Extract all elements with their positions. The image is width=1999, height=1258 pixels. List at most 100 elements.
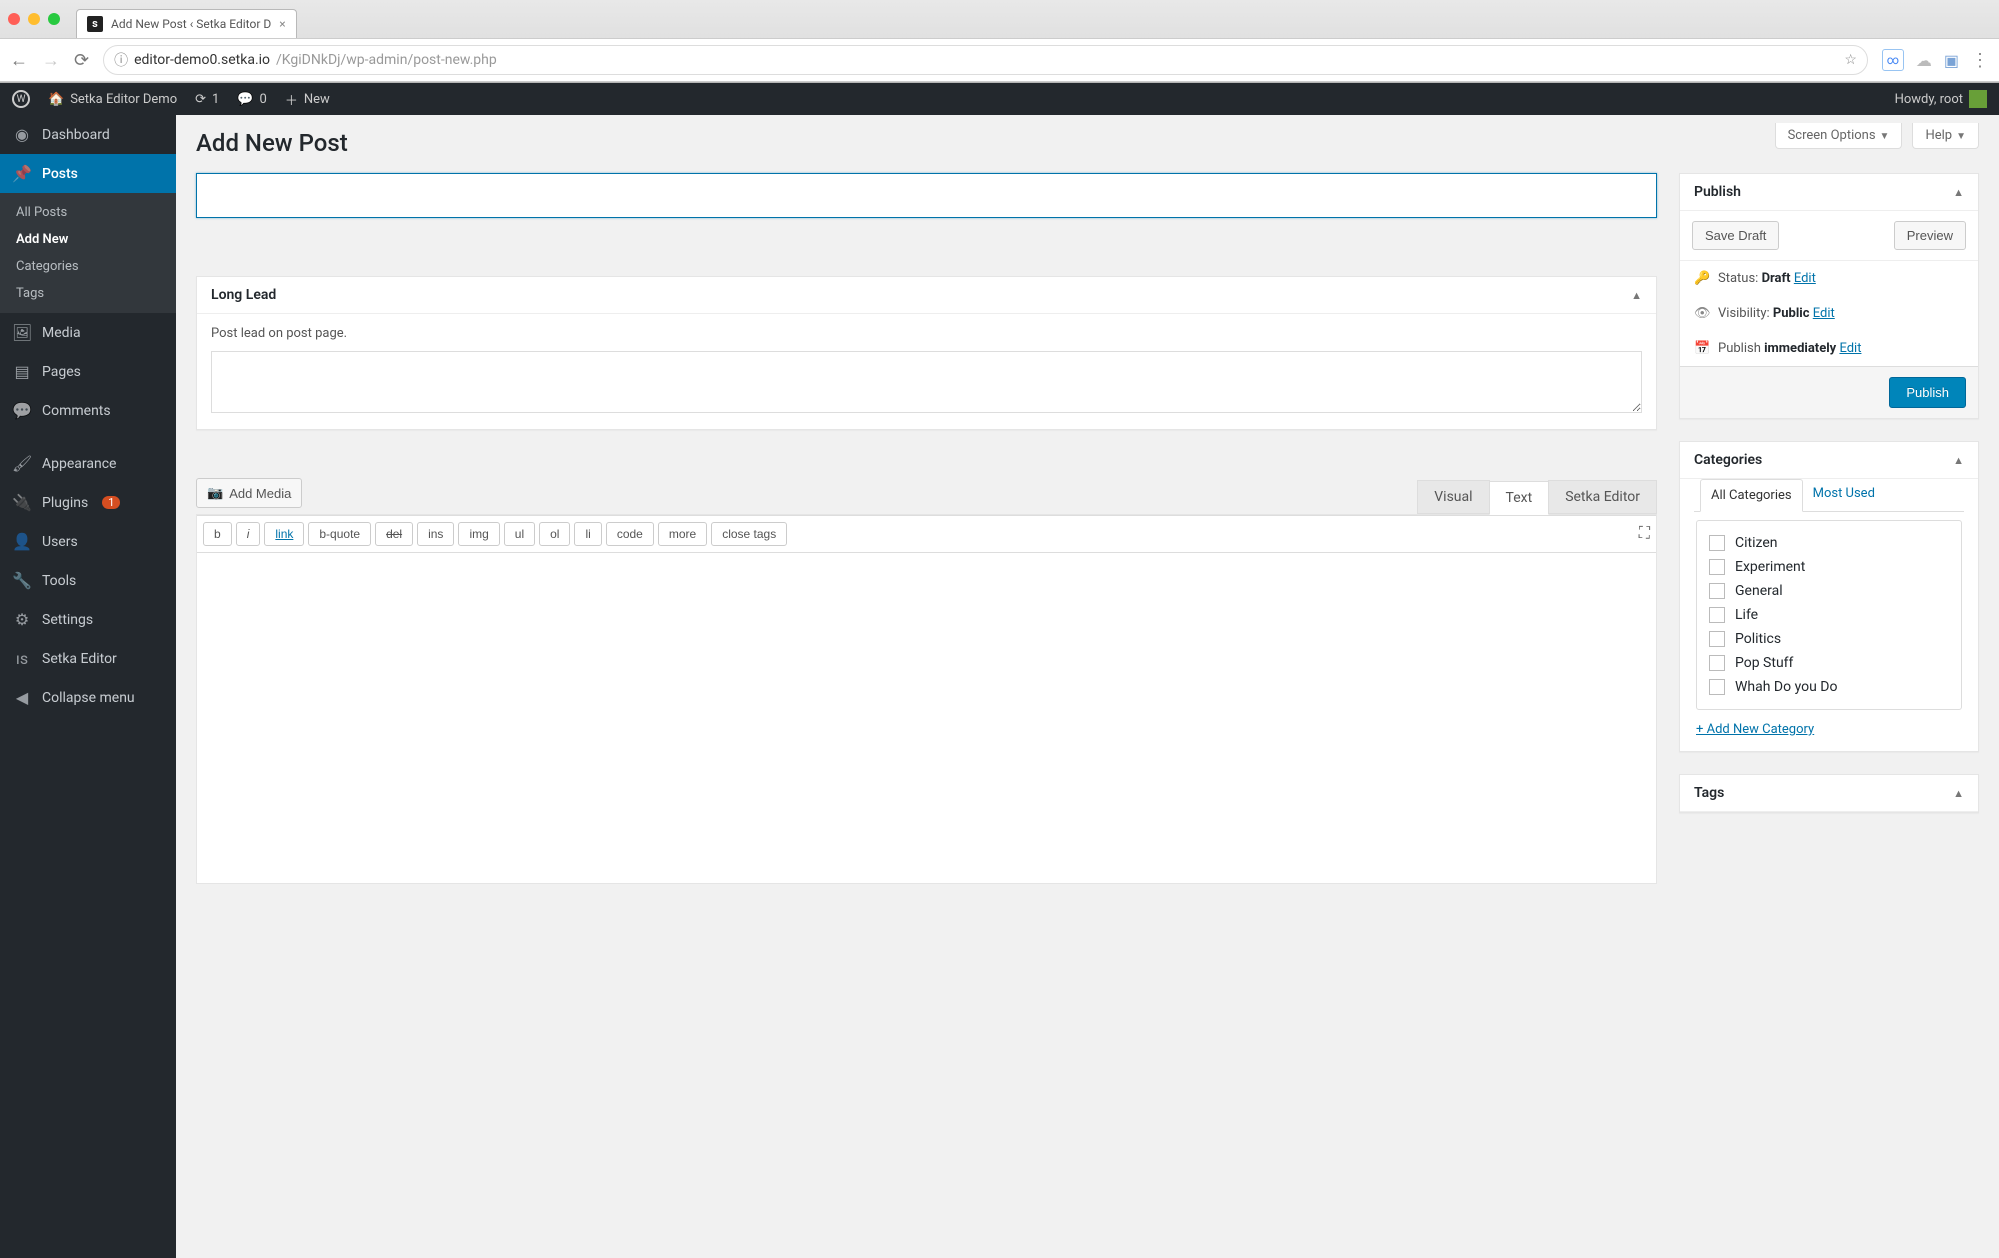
browser-tab[interactable]: s Add New Post ‹ Setka Editor D ×: [76, 9, 297, 38]
sidebar-item-pages[interactable]: ▤Pages: [0, 352, 176, 391]
plus-icon: ＋: [285, 90, 298, 109]
post-title-input[interactable]: [196, 173, 1657, 218]
picture-icon[interactable]: ▣: [1944, 51, 1959, 70]
preview-button[interactable]: Preview: [1894, 221, 1966, 250]
add-media-button[interactable]: 📷Add Media: [196, 478, 302, 508]
category-list: Citizen Experiment General Life Politics…: [1696, 520, 1962, 710]
qt-img[interactable]: img: [458, 522, 499, 546]
browser-menu-icon[interactable]: ⋮: [1971, 50, 1989, 71]
category-checkbox[interactable]: [1709, 679, 1725, 695]
editor-tab-setka[interactable]: Setka Editor: [1548, 480, 1657, 514]
sidebar-label: Posts: [42, 166, 78, 182]
eye-icon: 👁: [1694, 306, 1710, 321]
qt-li[interactable]: li: [574, 522, 601, 546]
edit-schedule-link[interactable]: Edit: [1839, 341, 1861, 356]
tab-close-icon[interactable]: ×: [279, 17, 285, 31]
sidebar-item-users[interactable]: 👤Users: [0, 522, 176, 561]
qt-italic[interactable]: i: [236, 522, 261, 546]
tab-all-categories[interactable]: All Categories: [1700, 479, 1803, 512]
edit-status-link[interactable]: Edit: [1794, 271, 1816, 286]
editor-wrap: b i link b-quote del ins img ul ol li co…: [196, 514, 1657, 884]
screen-options-tab[interactable]: Screen Options▼: [1775, 123, 1903, 149]
user-icon: 👤: [12, 532, 32, 551]
category-checkbox[interactable]: [1709, 583, 1725, 599]
screen-options-label: Screen Options: [1788, 128, 1876, 143]
fullscreen-button[interactable]: ⛶: [1639, 525, 1650, 543]
sidebar-item-dashboard[interactable]: ◉Dashboard: [0, 115, 176, 154]
qt-close-tags[interactable]: close tags: [711, 522, 787, 546]
qt-more[interactable]: more: [658, 522, 707, 546]
site-name-link[interactable]: 🏠 Setka Editor Demo: [48, 92, 177, 107]
tab-most-used[interactable]: Most Used: [1803, 478, 1885, 511]
cloud-icon[interactable]: ☁: [1916, 51, 1932, 70]
toggle-caret-icon[interactable]: ▲: [1631, 289, 1642, 302]
category-checkbox[interactable]: [1709, 607, 1725, 623]
url-host: editor-demo0.setka.io: [134, 52, 270, 68]
category-checkbox[interactable]: [1709, 559, 1725, 575]
home-icon: 🏠: [48, 92, 64, 107]
help-tab[interactable]: Help▼: [1912, 123, 1979, 149]
sidebar-item-plugins[interactable]: 🔌Plugins1: [0, 483, 176, 522]
category-checkbox[interactable]: [1709, 535, 1725, 551]
submenu-add-new[interactable]: Add New: [0, 226, 176, 253]
add-new-category-link[interactable]: + Add New Category: [1694, 718, 1816, 739]
submenu-tags[interactable]: Tags: [0, 280, 176, 307]
qt-ins[interactable]: ins: [417, 522, 454, 546]
extension-icon[interactable]: ∞: [1882, 49, 1904, 71]
category-checkbox[interactable]: [1709, 655, 1725, 671]
qt-bquote[interactable]: b-quote: [308, 522, 371, 546]
comments-link[interactable]: 💬0: [237, 92, 267, 107]
categories-header[interactable]: Categories ▲: [1680, 442, 1978, 479]
toggle-caret-icon[interactable]: ▲: [1953, 186, 1964, 199]
tags-header[interactable]: Tags ▲: [1680, 775, 1978, 812]
category-item: Pop Stuff: [1697, 651, 1961, 675]
submenu-categories[interactable]: Categories: [0, 253, 176, 280]
howdy-user[interactable]: Howdy, root: [1895, 90, 1987, 108]
content-editor[interactable]: [197, 553, 1656, 883]
updates-count: 1: [212, 92, 219, 107]
back-icon[interactable]: ←: [10, 50, 28, 71]
editor-tab-visual[interactable]: Visual: [1417, 480, 1489, 514]
site-info-icon[interactable]: ⓘ: [114, 50, 128, 70]
reload-icon[interactable]: ⟳: [74, 50, 89, 71]
sidebar-item-media[interactable]: 🖼Media: [0, 313, 176, 352]
wp-logo[interactable]: W: [12, 90, 30, 108]
maximize-window-icon[interactable]: [48, 13, 60, 25]
long-lead-header[interactable]: Long Lead ▲: [197, 277, 1656, 314]
qt-bold[interactable]: b: [203, 522, 232, 546]
sidebar-label: Plugins: [42, 495, 88, 511]
bookmark-star-icon[interactable]: ☆: [1844, 52, 1857, 68]
new-content-link[interactable]: ＋New: [285, 90, 330, 109]
sidebar-item-setka-editor[interactable]: ısSetka Editor: [0, 639, 176, 678]
toggle-caret-icon[interactable]: ▲: [1953, 787, 1964, 800]
minimize-window-icon[interactable]: [28, 13, 40, 25]
qt-ol[interactable]: ol: [539, 522, 570, 546]
editor-tab-text[interactable]: Text: [1489, 481, 1550, 515]
sidebar-item-posts[interactable]: 📌 Posts: [0, 154, 176, 193]
qt-link[interactable]: link: [264, 522, 304, 546]
save-draft-button[interactable]: Save Draft: [1692, 221, 1779, 250]
sidebar-item-settings[interactable]: ⚙Settings: [0, 600, 176, 639]
submenu-all-posts[interactable]: All Posts: [0, 199, 176, 226]
sidebar-item-appearance[interactable]: 🖌Appearance: [0, 444, 176, 483]
publish-header[interactable]: Publish ▲: [1680, 174, 1978, 211]
sidebar-item-tools[interactable]: 🔧Tools: [0, 561, 176, 600]
sidebar-item-comments[interactable]: 💬Comments: [0, 391, 176, 430]
edit-visibility-link[interactable]: Edit: [1813, 306, 1835, 321]
toggle-caret-icon[interactable]: ▲: [1953, 454, 1964, 467]
qt-code[interactable]: code: [606, 522, 654, 546]
qt-ul[interactable]: ul: [504, 522, 535, 546]
fullscreen-icon: ⛶: [1639, 525, 1650, 542]
pin-icon: 📌: [12, 164, 32, 183]
updates-link[interactable]: ⟳1: [195, 92, 219, 107]
url-input[interactable]: ⓘ editor-demo0.setka.io/KgiDNkDj/wp-admi…: [103, 45, 1868, 75]
qt-del[interactable]: del: [375, 522, 413, 546]
category-checkbox[interactable]: [1709, 631, 1725, 647]
close-window-icon[interactable]: [8, 13, 20, 25]
site-name-text: Setka Editor Demo: [70, 92, 177, 107]
publish-button[interactable]: Publish: [1889, 377, 1966, 408]
collapse-menu[interactable]: ◀Collapse menu: [0, 678, 176, 717]
long-lead-textarea[interactable]: [211, 351, 1642, 413]
status-label: Status:: [1718, 271, 1758, 286]
status-row: 🔑 Status: Draft Edit: [1680, 261, 1978, 296]
